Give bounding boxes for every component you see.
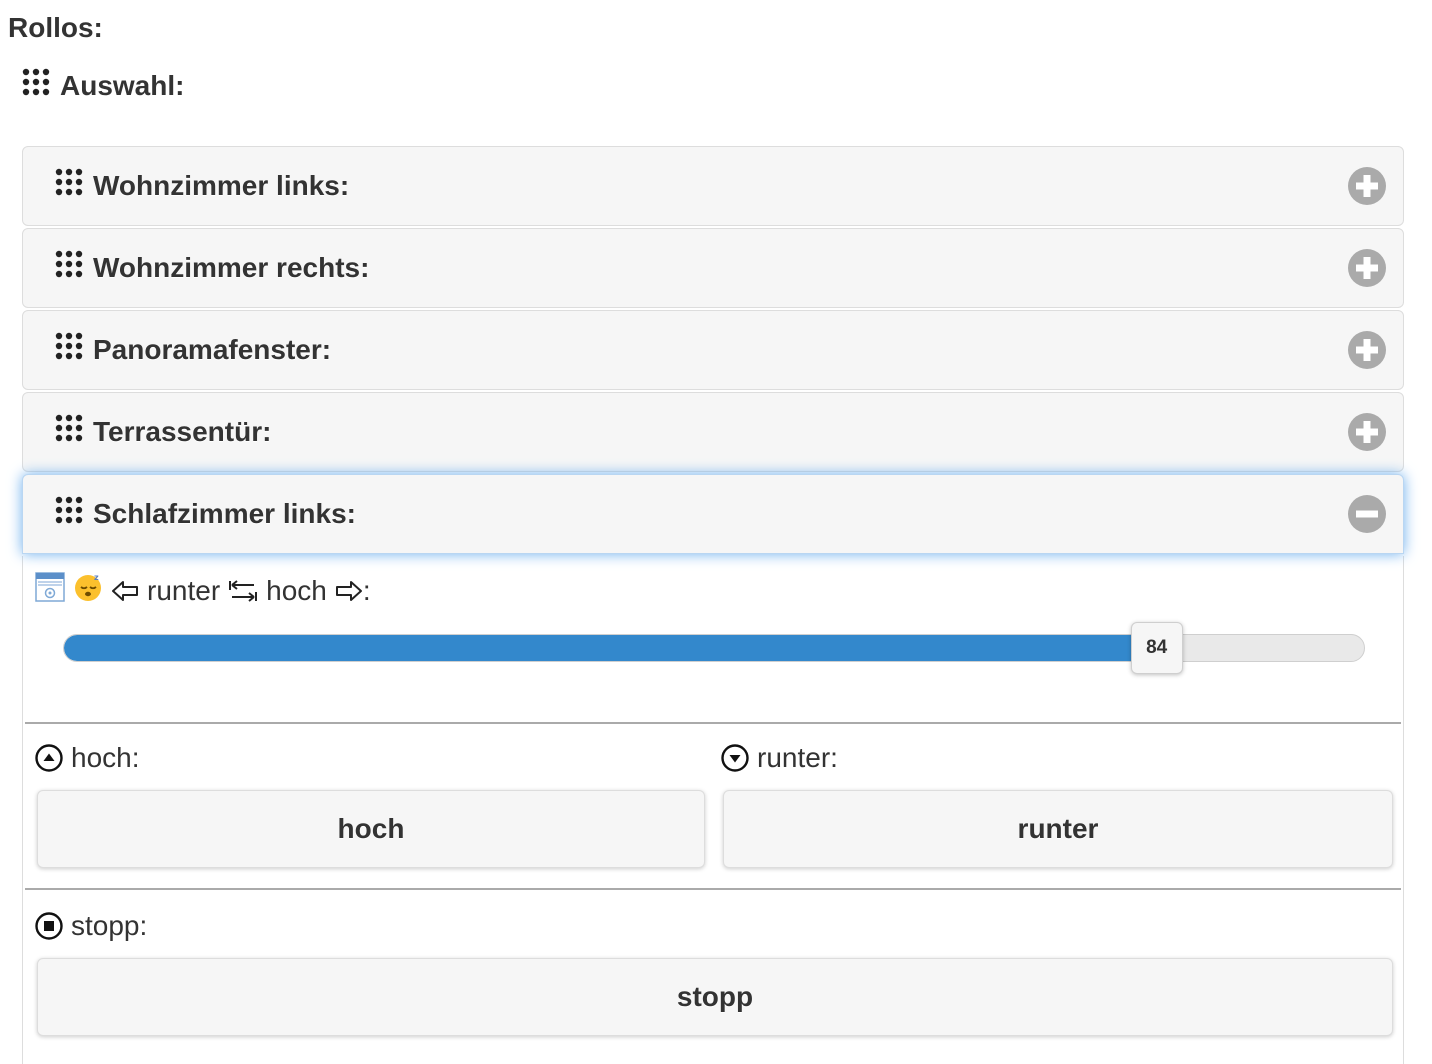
hoch-label: hoch: (35, 742, 140, 774)
accordion-item-label: Wohnzimmer rechts: (93, 252, 370, 283)
arrow-right-icon (335, 580, 362, 601)
grid-icon (22, 68, 50, 96)
grid-icon (55, 414, 83, 442)
accordion-item-wohnzimmer-rechts[interactable]: Wohnzimmer rechts: (22, 228, 1404, 308)
accordion-item-schlafzimmer-links[interactable]: Schlafzimmer links: (22, 474, 1404, 554)
window-blind-icon (35, 572, 65, 609)
position-slider-handle[interactable]: 84 (1130, 622, 1183, 674)
plus-circle-icon[interactable] (1347, 248, 1387, 288)
position-slider-fill (64, 635, 1158, 661)
svg-text:z: z (94, 573, 99, 582)
grid-icon (55, 332, 83, 360)
accordion-item-label: Terrassentür: (93, 416, 272, 447)
hoch-label-text: hoch: (71, 742, 140, 773)
circle-stop-icon (35, 912, 63, 940)
accordion-item-label: Wohnzimmer links: (93, 170, 350, 201)
accordion-item-title: Terrassentür: (55, 414, 272, 448)
runter-button[interactable]: runter (723, 790, 1393, 868)
accordion-item-title: Wohnzimmer rechts: (55, 250, 370, 284)
accordion-item-label: Panoramafenster: (93, 334, 332, 365)
page-title: Rollos: (8, 12, 103, 43)
sleeping-face-icon: z (73, 572, 103, 609)
divider (25, 722, 1401, 724)
accordion-item-title: Panoramafenster: (55, 332, 332, 366)
grid-icon (55, 250, 83, 278)
accordion-panel-schlafzimmer-links: z runter hoch : 84 hoch: runter: hoch ru… (22, 556, 1404, 1064)
slider-label-suffix: : (362, 574, 371, 606)
circle-up-icon (35, 744, 63, 772)
accordion-item-terrassentuer[interactable]: Terrassentür: (22, 392, 1404, 472)
accordion-item-title: Schlafzimmer links: (55, 496, 356, 530)
arrow-left-icon (112, 580, 138, 601)
circle-down-icon (721, 744, 749, 772)
accordion-item-label: Schlafzimmer links: (93, 498, 356, 529)
position-slider-label: z runter hoch : (35, 572, 371, 609)
grid-icon (55, 168, 83, 196)
accordion-item-wohnzimmer-links[interactable]: Wohnzimmer links: (22, 146, 1404, 226)
stopp-label-text: stopp: (71, 910, 148, 941)
accordion-item-title: Wohnzimmer links: (55, 168, 350, 202)
arrows-left-right-icon (229, 579, 258, 602)
minus-circle-icon[interactable] (1347, 494, 1387, 534)
slider-label-hoch: hoch (266, 574, 327, 606)
divider (25, 888, 1401, 890)
plus-circle-icon[interactable] (1347, 330, 1387, 370)
plus-circle-icon[interactable] (1347, 166, 1387, 206)
plus-circle-icon[interactable] (1347, 412, 1387, 452)
hoch-button[interactable]: hoch (37, 790, 705, 868)
section-heading-auswahl: Auswahl: (22, 68, 185, 102)
accordion-item-panoramafenster[interactable]: Panoramafenster: (22, 310, 1404, 390)
section-heading-label: Auswahl: (60, 70, 185, 101)
stopp-label: stopp: (35, 910, 147, 942)
room-accordion: Wohnzimmer links: Wohnzimmer rechts: Pan… (22, 146, 1404, 1064)
runter-label: runter: (721, 742, 838, 774)
runter-label-text: runter: (757, 742, 838, 773)
grid-icon (55, 496, 83, 524)
stopp-button[interactable]: stopp (37, 958, 1393, 1036)
slider-label-runter: runter (147, 574, 221, 606)
